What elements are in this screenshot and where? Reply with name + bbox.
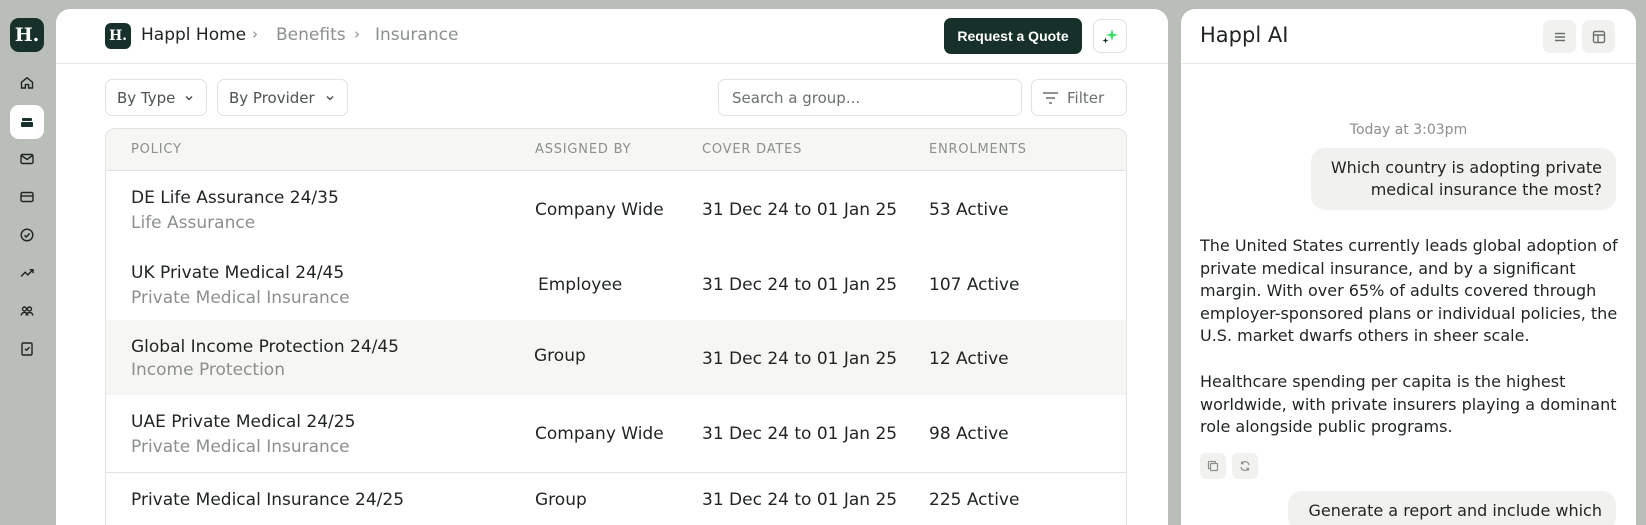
copy-button[interactable] — [1200, 453, 1226, 479]
policy-type: Private Medical Insurance — [131, 437, 350, 457]
chevron-down-icon — [326, 95, 334, 101]
request-quote-button[interactable]: Request a Quote — [944, 18, 1082, 54]
copy-icon — [1207, 460, 1219, 472]
ai-header: Happl AI — [1181, 9, 1636, 64]
breadcrumb-insurance[interactable]: Insurance — [375, 24, 458, 46]
table-row[interactable]: DE Life Assurance 24/35 Life Assurance C… — [106, 171, 1126, 249]
enrolments: 53 Active — [929, 200, 1009, 220]
by-type-label: By Type — [117, 88, 176, 107]
ai-sparkle-button[interactable] — [1093, 19, 1127, 53]
breadcrumb-benefits[interactable]: Benefits — [276, 24, 346, 46]
filter-icon — [1043, 91, 1058, 104]
sparkle-icon — [1102, 29, 1118, 44]
table-row[interactable]: UK Private Medical 24/45 Private Medical… — [106, 246, 1126, 324]
breadcrumb-separator: › — [252, 25, 258, 43]
policy-name: UK Private Medical 24/45 — [131, 263, 345, 283]
breadcrumb-home[interactable]: Happl Home — [141, 24, 246, 46]
chevron-down-icon — [185, 95, 193, 101]
user-message: Generate a report and include which — [1288, 491, 1616, 525]
regenerate-button[interactable] — [1232, 453, 1258, 479]
cover-dates: 31 Dec 24 to 01 Jan 25 — [702, 424, 898, 444]
column-header-cover-dates[interactable]: COVER DATES — [702, 142, 802, 157]
layout-icon — [1592, 30, 1605, 43]
table-header: POLICY ASSIGNED BY COVER DATES ENROLMENT… — [106, 129, 1126, 171]
table-row[interactable]: Private Medical Insurance 24/25 Group 31… — [106, 473, 1126, 525]
policy-name: Global Income Protection 24/45 — [131, 337, 399, 357]
ai-title: Happl AI — [1200, 23, 1289, 47]
user-message: Which country is adopting private medica… — [1311, 148, 1616, 210]
policy-name: UAE Private Medical 24/25 — [131, 412, 356, 432]
enrolments: 12 Active — [929, 349, 1009, 369]
users-icon[interactable] — [10, 294, 44, 328]
cover-dates: 31 Dec 24 to 01 Jan 25 — [702, 349, 898, 369]
breadcrumb-logo[interactable]: H. — [105, 23, 131, 49]
assigned-by: Group — [534, 346, 586, 366]
message-timestamp: Today at 3:03pm — [1349, 122, 1468, 138]
table-row[interactable]: Global Income Protection 24/45 Income Pr… — [106, 320, 1126, 398]
column-header-policy[interactable]: POLICY — [131, 142, 182, 157]
menu-button[interactable] — [1543, 20, 1576, 53]
filter-button[interactable]: Filter — [1031, 79, 1127, 116]
enrolments: 107 Active — [929, 275, 1020, 295]
list-icon — [1554, 32, 1565, 41]
ai-reply-paragraph: Healthcare spending per capita is the hi… — [1200, 372, 1617, 436]
policy-name: DE Life Assurance 24/35 — [131, 188, 339, 208]
refresh-icon — [1240, 461, 1250, 471]
briefcase-icon[interactable] — [10, 105, 44, 139]
layout-button[interactable] — [1582, 20, 1615, 53]
top-bar: H. Happl Home › Benefits › Insurance Req… — [56, 9, 1168, 64]
ai-panel: Happl AI Today at 3:03pm Which country i… — [1181, 9, 1636, 525]
mail-icon[interactable] — [10, 142, 44, 176]
column-header-assigned-by[interactable]: ASSIGNED BY — [535, 142, 631, 157]
cover-dates: 31 Dec 24 to 01 Jan 25 — [702, 490, 898, 510]
filter-label: Filter — [1067, 88, 1105, 107]
by-provider-label: By Provider — [229, 88, 315, 107]
policy-type: Private Medical Insurance — [131, 288, 350, 308]
policy-type: Life Assurance — [131, 213, 256, 233]
check-circle-icon[interactable] — [10, 218, 44, 252]
assigned-by: Employee — [538, 275, 623, 295]
column-header-enrolments[interactable]: ENROLMENTS — [929, 142, 1027, 157]
by-provider-dropdown[interactable]: By Provider — [217, 79, 348, 116]
icon-rail: H. — [0, 0, 54, 525]
home-icon[interactable] — [10, 66, 44, 100]
main-panel: H. Happl Home › Benefits › Insurance Req… — [56, 9, 1168, 525]
assigned-by: Company Wide — [535, 424, 664, 444]
trending-up-icon[interactable] — [10, 256, 44, 290]
table-row[interactable]: UAE Private Medical 24/25 Private Medica… — [106, 395, 1126, 473]
breadcrumb-separator: › — [354, 25, 360, 43]
enrolments: 98 Active — [929, 424, 1009, 444]
card-icon[interactable] — [10, 180, 44, 214]
policy-table: POLICY ASSIGNED BY COVER DATES ENROLMENT… — [105, 128, 1127, 525]
by-type-dropdown[interactable]: By Type — [105, 79, 207, 116]
search-input[interactable] — [718, 79, 1022, 116]
policy-name: Private Medical Insurance 24/25 — [131, 490, 405, 510]
cover-dates: 31 Dec 24 to 01 Jan 25 — [702, 275, 898, 295]
ai-reply-paragraph: The United States currently leads global… — [1200, 236, 1618, 345]
assigned-by: Group — [535, 490, 587, 510]
receipt-icon[interactable] — [10, 332, 44, 366]
assigned-by: Company Wide — [535, 200, 664, 220]
policy-type: Income Protection — [131, 360, 285, 380]
app-logo[interactable]: H. — [10, 18, 44, 52]
enrolments: 225 Active — [929, 490, 1020, 510]
cover-dates: 31 Dec 24 to 01 Jan 25 — [702, 200, 898, 220]
